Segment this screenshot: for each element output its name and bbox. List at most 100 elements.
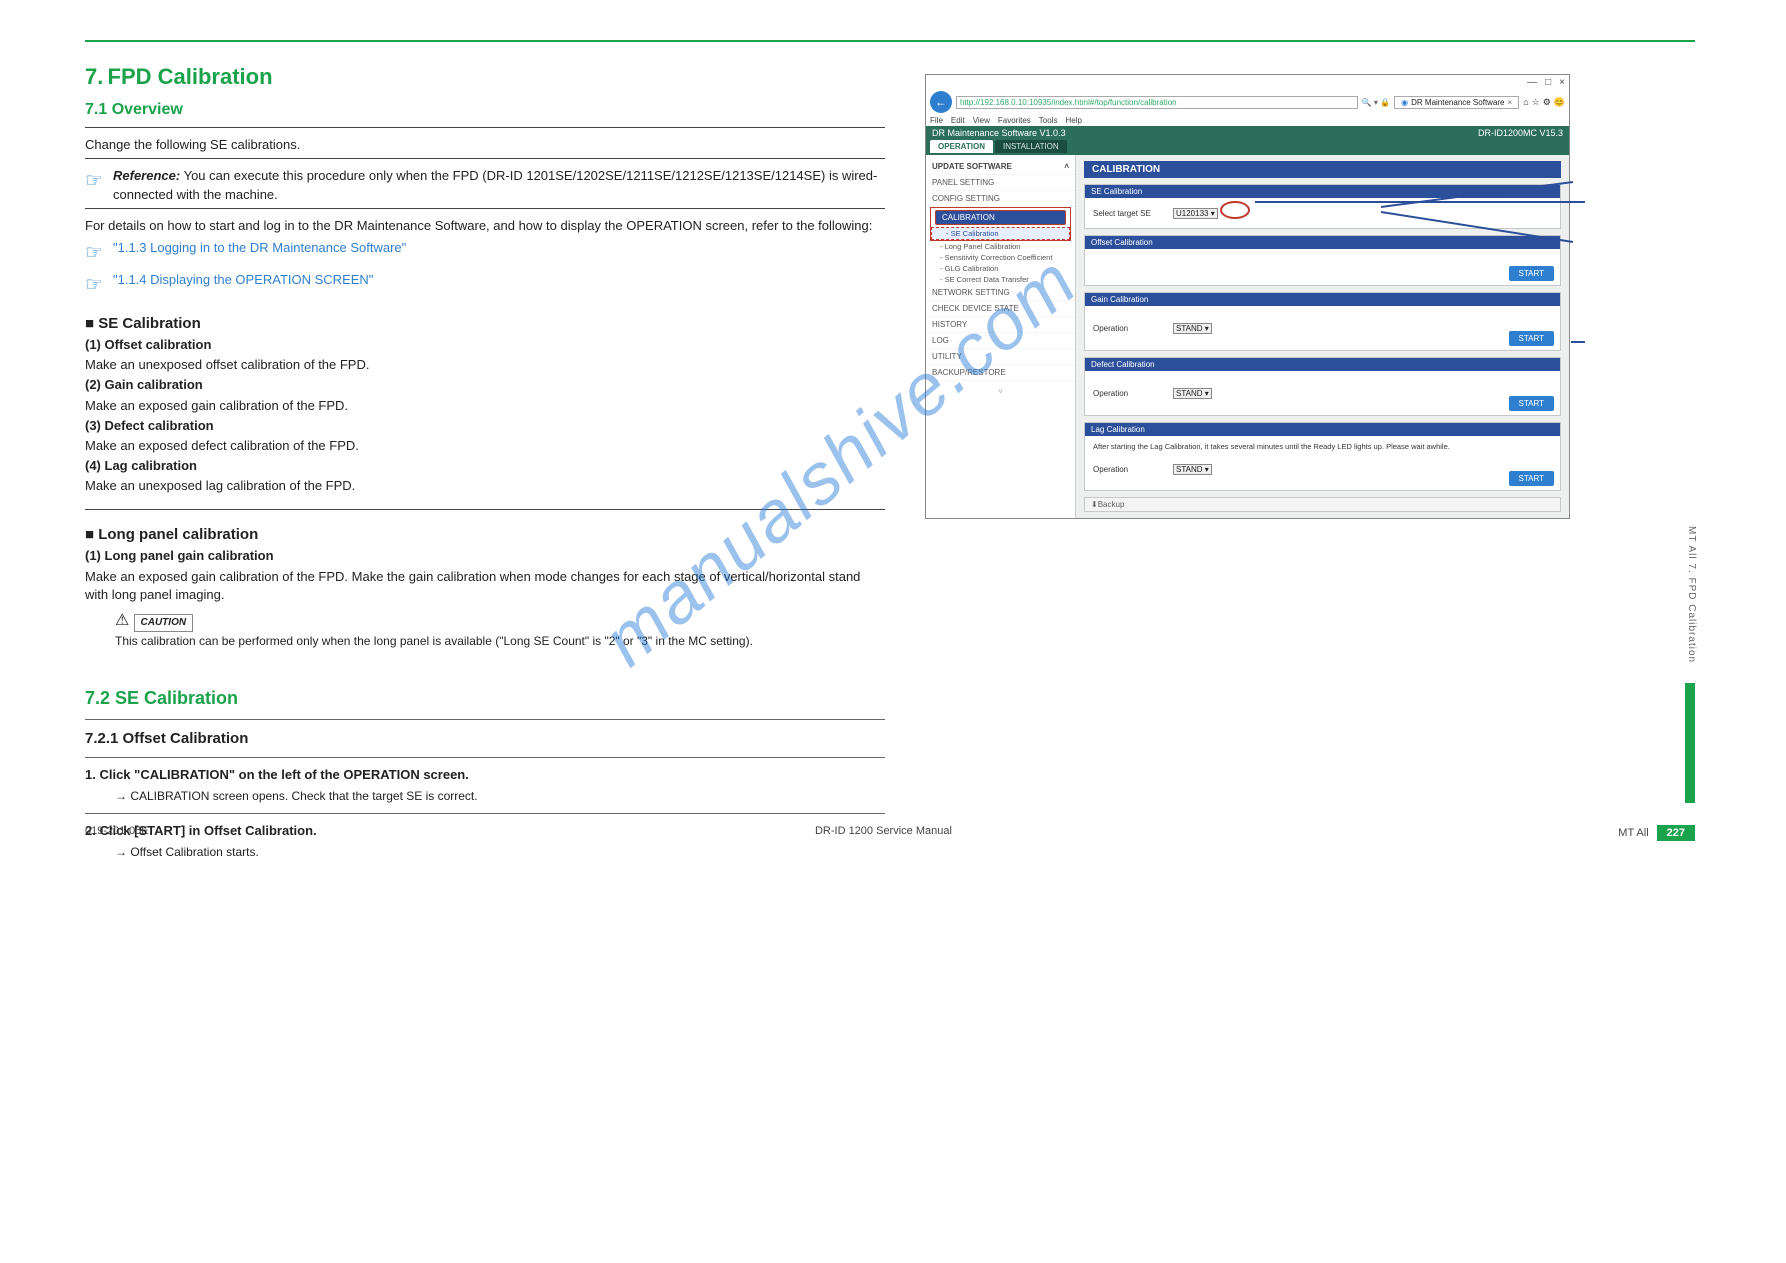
panel-header: Gain Calibration: [1085, 293, 1560, 306]
hr: [85, 813, 885, 814]
menu-fav[interactable]: Favorites: [998, 116, 1031, 125]
annotation-box-1: CALIBRATION - SE Calibration: [930, 207, 1071, 241]
cap: (2) Gain calibration: [85, 376, 885, 394]
intro-text: Change the following SE calibrations.: [85, 136, 885, 154]
app-version: DR-ID1200MC V15.3: [1478, 128, 1563, 138]
side-vertical-label: MT All 7. FPD Calibration: [1686, 526, 1697, 663]
annotation-circle-select: [1220, 201, 1250, 219]
select-gain-op[interactable]: STAND ▾: [1173, 323, 1212, 334]
ref-link-1[interactable]: "1.1.3 Logging in to the DR Maintenance …: [113, 239, 885, 267]
footer-left: 019-201-05E: [85, 825, 149, 841]
footer: 019-201-05E DR-ID 1200 Service Manual MT…: [85, 825, 1695, 841]
panel-body: Operation STAND ▾ START: [1085, 371, 1560, 415]
sidebar-item-calibration[interactable]: CALIBRATION: [935, 210, 1066, 225]
menu-tools[interactable]: Tools: [1039, 116, 1058, 125]
menu-edit[interactable]: Edit: [951, 116, 965, 125]
window-titlebar: — □ ×: [926, 75, 1569, 89]
close-icon[interactable]: ×: [1559, 77, 1565, 88]
sidebar-item[interactable]: CHECK DEVICE STATE: [926, 301, 1075, 317]
sidebar-item[interactable]: LOG: [926, 333, 1075, 349]
reference-row-2a: ☞ "1.1.3 Logging in to the DR Maintenanc…: [85, 239, 885, 267]
fav-icons: ⌂ ☆ ⚙ 😊: [1523, 97, 1565, 108]
section-number: 7.: [85, 64, 103, 89]
ref-link-2[interactable]: "1.1.4 Displaying the OPERATION SCREEN": [113, 271, 885, 299]
backup-button[interactable]: ⬇Backup: [1084, 497, 1561, 512]
menu-view[interactable]: View: [973, 116, 990, 125]
hr: [85, 208, 885, 209]
cap: (3) Defect calibration: [85, 417, 885, 435]
left-column: 7. FPD Calibration 7.1 Overview Change t…: [85, 62, 885, 863]
sidebar-item[interactable]: CONFIG SETTING: [926, 191, 1075, 207]
step-1: 1. Click "CALIBRATION" on the left of th…: [85, 766, 885, 784]
min-icon[interactable]: —: [1527, 77, 1537, 88]
hr: [85, 757, 885, 758]
block-head: ■ Long panel calibration: [85, 524, 885, 545]
select-lag-op[interactable]: STAND ▾: [1173, 464, 1212, 475]
caution-label: CAUTION: [134, 614, 194, 632]
panel-header: Offset Calibration: [1085, 236, 1560, 249]
main-panel: CALIBRATION SE Calibration Select target…: [1076, 155, 1569, 518]
app-title: DR Maintenance Software V1.0.3: [932, 128, 1066, 138]
sidebar-sub-se[interactable]: - SE Calibration: [931, 227, 1070, 240]
sidebar-item[interactable]: HISTORY: [926, 317, 1075, 333]
panel-header: Lag Calibration: [1085, 423, 1560, 436]
back-button[interactable]: ←: [930, 91, 952, 113]
max-icon[interactable]: □: [1545, 77, 1551, 88]
select-target-se[interactable]: U120133 ▾: [1173, 208, 1218, 219]
side-green-bar: [1685, 683, 1695, 803]
main-header: CALIBRATION: [1084, 161, 1561, 178]
gear-icon[interactable]: ⚙: [1543, 97, 1551, 108]
browser-tab[interactable]: ◉ DR Maintenance Software ×: [1394, 96, 1519, 109]
sidebar-item[interactable]: UPDATE SOFTWARE˄: [926, 159, 1075, 175]
sidebar: UPDATE SOFTWARE˄ PANEL SETTING CONFIG SE…: [926, 155, 1076, 518]
sidebar-sub[interactable]: - Long Panel Calibration: [926, 241, 1075, 252]
hand-icon: ☞: [85, 167, 113, 203]
home-icon[interactable]: ⌂: [1523, 97, 1528, 108]
menu-file[interactable]: File: [930, 116, 943, 125]
panel-body: Operation STAND ▾ START: [1085, 306, 1560, 350]
start-button-offset[interactable]: START: [1509, 266, 1554, 281]
search-indicator: 🔍 ▾ 🔒: [1362, 98, 1390, 107]
sidebar-item[interactable]: NETWORK SETTING: [926, 285, 1075, 301]
url-field[interactable]: http://192.168.0.10:10935/index.html#/to…: [956, 96, 1358, 109]
cap: (1) Offset calibration: [85, 336, 885, 354]
label: Operation: [1093, 324, 1163, 333]
body: Make an exposed gain calibration of the …: [85, 397, 885, 415]
select-defect-op[interactable]: STAND ▾: [1173, 388, 1212, 399]
body: Make an exposed gain calibration of the …: [85, 568, 885, 604]
body: Make an exposed defect calibration of th…: [85, 437, 885, 455]
body: Make an unexposed offset calibration of …: [85, 356, 885, 374]
menu-help[interactable]: Help: [1065, 116, 1081, 125]
block-head: ■ SE Calibration: [85, 313, 885, 334]
sidebar-sub[interactable]: - SE Correct Data Transfer: [926, 274, 1075, 285]
start-button-gain[interactable]: START: [1509, 331, 1554, 346]
page: 7. FPD Calibration 7.1 Overview Change t…: [85, 40, 1695, 863]
sidebar-sub[interactable]: - Sensitivity Correction Coefficient: [926, 252, 1075, 263]
sidebar-item[interactable]: UTILITY: [926, 349, 1075, 365]
sidebar-item[interactable]: PANEL SETTING: [926, 175, 1075, 191]
app-topbar: DR Maintenance Software V1.0.3 DR-ID1200…: [926, 126, 1569, 140]
start-button-lag[interactable]: START: [1509, 471, 1554, 486]
label: Operation: [1093, 389, 1163, 398]
panel-body: Select target SE U120133 ▾: [1085, 198, 1560, 228]
start-button-defect[interactable]: START: [1509, 396, 1554, 411]
app-body: UPDATE SOFTWARE˄ PANEL SETTING CONFIG SE…: [926, 155, 1569, 518]
panel-se: SE Calibration Select target SE U120133 …: [1084, 184, 1561, 229]
tab-operation[interactable]: OPERATION: [930, 140, 993, 153]
tab-installation[interactable]: INSTALLATION: [995, 140, 1067, 153]
section-title: FPD Calibration: [108, 64, 273, 89]
hr: [85, 127, 885, 128]
smile-icon[interactable]: 😊: [1554, 97, 1565, 108]
star-icon[interactable]: ☆: [1532, 97, 1540, 108]
hr: [85, 509, 885, 510]
reference-row-2b: ☞ "1.1.4 Displaying the OPERATION SCREEN…: [85, 271, 885, 299]
sidebar-sub[interactable]: - GLG Calibration: [926, 263, 1075, 274]
sidebar-item[interactable]: BACKUP/RESTORE: [926, 365, 1075, 381]
steps: 1. Click "CALIBRATION" on the left of th…: [85, 766, 885, 861]
panel-defect: Defect Calibration Operation STAND ▾ STA…: [1084, 357, 1561, 416]
panel-body: After starting the Lag Calibration, it t…: [1085, 436, 1560, 490]
reference-row-1: ☞ Reference: You can execute this proced…: [85, 167, 885, 203]
browser-menu: File Edit View Favorites Tools Help: [926, 115, 1569, 126]
block-se-calibration: ■ SE Calibration (1) Offset calibration …: [85, 313, 885, 496]
tab-close-icon[interactable]: ×: [1508, 98, 1513, 107]
